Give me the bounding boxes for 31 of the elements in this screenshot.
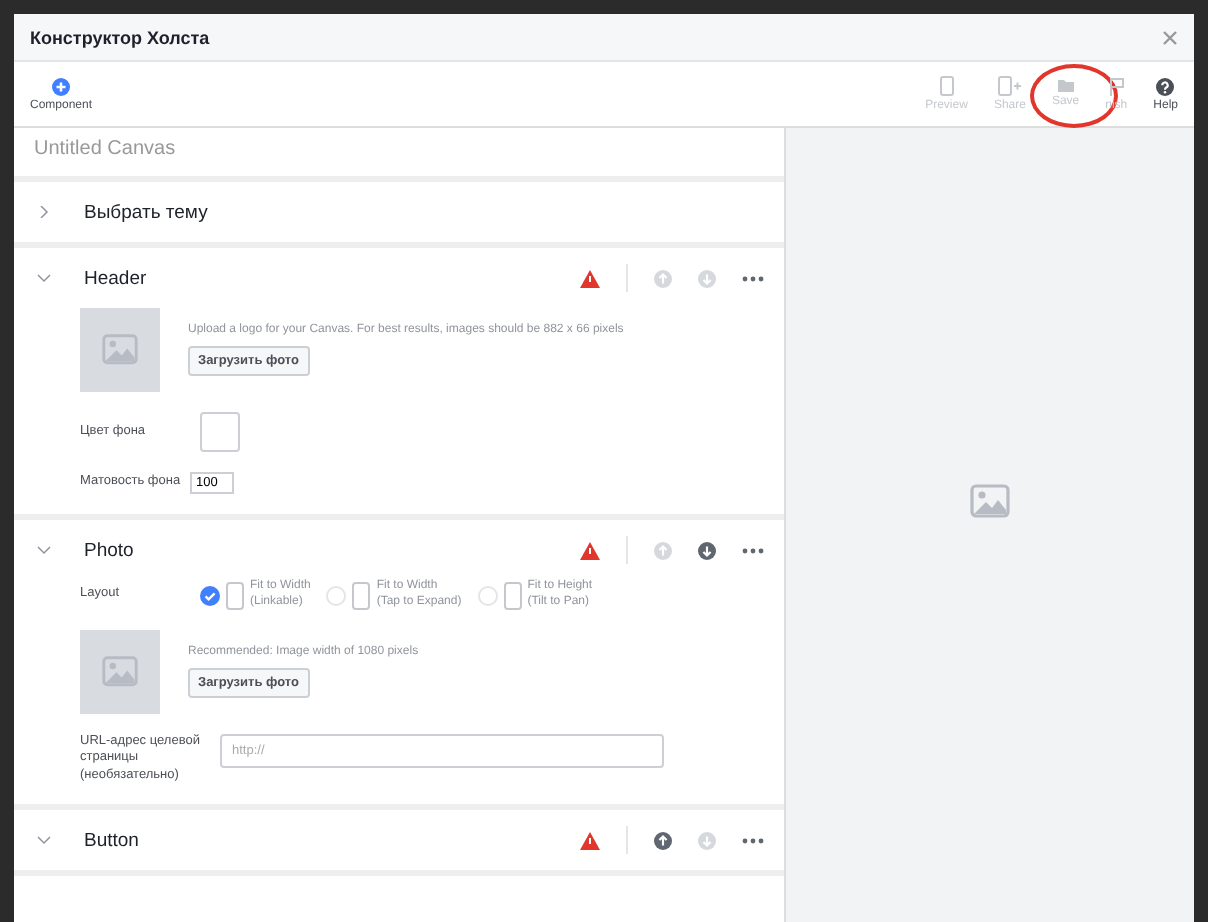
move-down-icon[interactable] <box>698 541 716 559</box>
help-icon <box>1156 77 1175 95</box>
radio-icon <box>326 585 347 605</box>
section-title[interactable]: Выбрать тему <box>84 201 764 223</box>
radio-icon <box>200 585 220 605</box>
chevron-icon[interactable] <box>34 272 54 284</box>
phone-outline-icon <box>352 581 371 609</box>
move-up-icon[interactable] <box>654 831 672 850</box>
image-icon <box>102 334 138 366</box>
more-icon[interactable] <box>742 837 764 844</box>
chevron-icon[interactable] <box>34 834 54 847</box>
section-title[interactable]: Button <box>84 829 580 852</box>
section-title[interactable]: Header <box>84 267 580 289</box>
color-swatch[interactable] <box>200 412 240 452</box>
phone-icon <box>939 76 954 96</box>
image-icon <box>102 656 138 688</box>
plus-circle-icon <box>52 77 71 95</box>
phone-outline-icon <box>503 581 522 609</box>
window-title: Конструктор Холста <box>30 27 210 47</box>
folder-icon <box>1057 80 1074 92</box>
flag-icon <box>1109 77 1124 95</box>
phone-outline-icon <box>226 581 244 609</box>
chevron-icon[interactable] <box>34 544 54 556</box>
radio-icon <box>477 585 498 605</box>
more-icon[interactable] <box>742 547 764 553</box>
image-icon <box>970 484 1010 518</box>
close-icon[interactable] <box>1162 29 1178 45</box>
section-title[interactable]: Photo <box>84 539 580 561</box>
phone-plus-icon <box>997 76 1022 96</box>
chevron-icon[interactable] <box>34 206 54 218</box>
more-icon[interactable] <box>742 275 764 281</box>
